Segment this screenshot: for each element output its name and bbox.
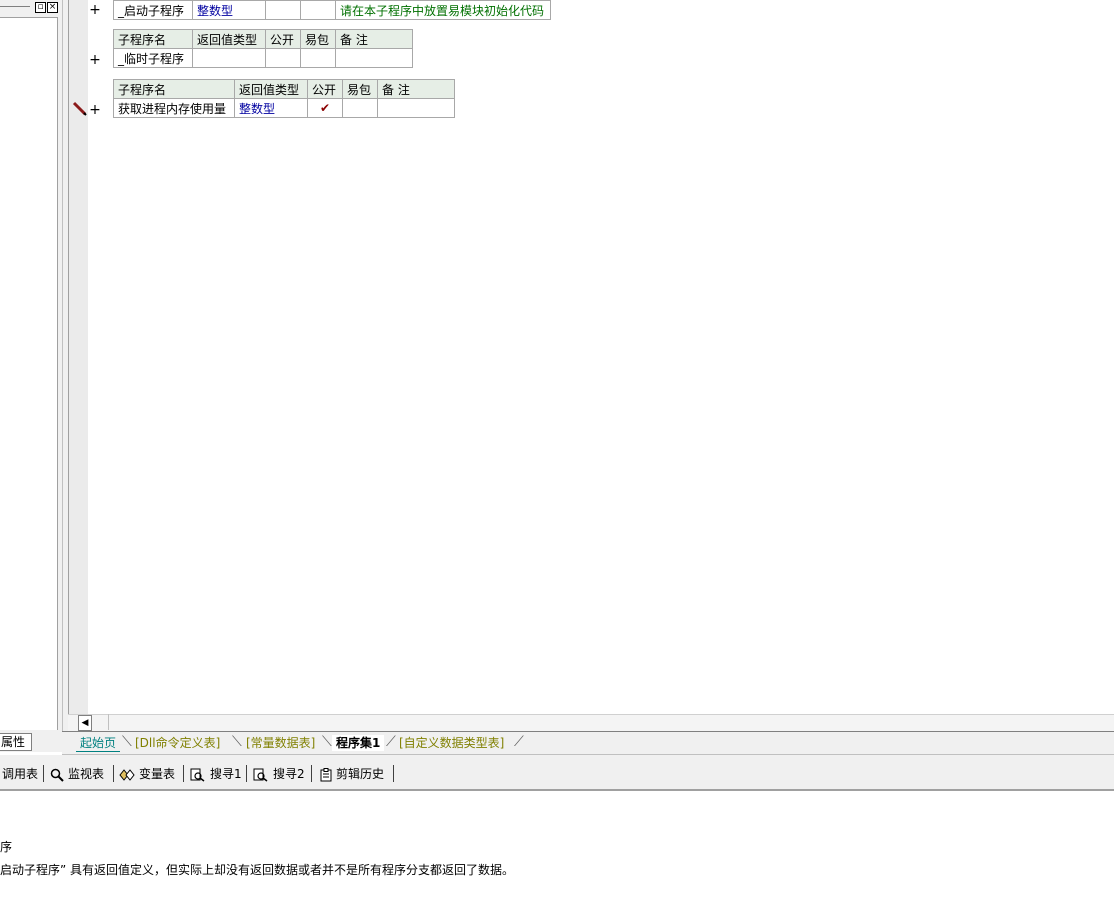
magnifier-icon: [50, 768, 64, 782]
table-header: 子程序名 返回值类型 公开 易包 备 注: [113, 29, 413, 49]
tab-custom-types[interactable]: [自定义数据类型表]: [395, 735, 508, 751]
tab-program-set-1[interactable]: 程序集1: [332, 735, 385, 751]
left-panel-list[interactable]: [0, 17, 58, 730]
return-type[interactable]: 整数型: [234, 98, 308, 118]
restore-icon[interactable]: ▫: [35, 2, 46, 13]
public-cell[interactable]: [265, 0, 301, 20]
search-doc-icon: [190, 768, 205, 782]
toolbar-search-2[interactable]: 搜寻2: [253, 764, 305, 784]
tab-properties[interactable]: 属性: [0, 733, 32, 751]
subroutine-table: 子程序名 返回值类型 公开 易包 备 注 _临时子程序: [113, 29, 413, 68]
toolbar-label: 监视表: [68, 767, 105, 781]
expand-icon[interactable]: +: [89, 3, 101, 17]
public-cell[interactable]: [265, 48, 301, 68]
header-return-type: 返回值类型: [234, 79, 308, 99]
horizontal-scrollbar[interactable]: [68, 714, 1114, 732]
note-cell[interactable]: [335, 48, 413, 68]
output-panel[interactable]: [0, 791, 1114, 914]
expand-icon[interactable]: +: [89, 53, 101, 67]
toolbar-separator: [43, 765, 44, 782]
toolbar-search-1[interactable]: 搜寻1: [190, 764, 242, 784]
tab-start-page[interactable]: 起始页: [76, 735, 121, 752]
toolbar-separator: [113, 765, 114, 782]
subroutine-name[interactable]: _启动子程序: [113, 0, 193, 20]
subroutine-table: 子程序名 返回值类型 公开 易包 备 注 获取进程内存使用量 整数型 ✔: [113, 79, 455, 118]
header-public: 公开: [265, 29, 301, 49]
return-type[interactable]: 整数型: [192, 0, 266, 20]
toolbar-separator: [311, 765, 312, 782]
public-checkmark[interactable]: ✔: [307, 98, 343, 118]
subroutine-table: _启动子程序 整数型 请在本子程序中放置易模块初始化代码: [113, 0, 551, 20]
toolbar-label: 调用表: [2, 767, 39, 781]
header-easy-pack: 易包: [300, 29, 336, 49]
scroll-divider: [108, 714, 109, 730]
toolbar-separator: [393, 765, 394, 782]
note-cell[interactable]: 请在本子程序中放置易模块初始化代码: [335, 0, 551, 20]
note-cell[interactable]: [377, 98, 455, 118]
toolbar-call-table[interactable]: 调用表: [2, 764, 38, 784]
tab-separator: ⟍: [322, 734, 332, 750]
subroutine-name[interactable]: 获取进程内存使用量: [113, 98, 235, 118]
scroll-left-icon[interactable]: ◀: [78, 715, 92, 731]
easy-pack-cell[interactable]: [300, 0, 336, 20]
output-line: 序: [0, 840, 13, 854]
table-header: 子程序名 返回值类型 公开 易包 备 注: [113, 79, 455, 99]
tab-dll-commands[interactable]: [Dll命令定义表]: [131, 735, 224, 751]
toolbar-watch-table[interactable]: 监视表: [50, 764, 104, 784]
toolbar-label: 变量表: [139, 767, 176, 781]
variable-icon: [119, 768, 135, 781]
table-row[interactable]: 获取进程内存使用量 整数型 ✔: [113, 98, 455, 118]
panel-title-line: [0, 6, 30, 7]
easy-pack-cell[interactable]: [342, 98, 378, 118]
toolbar-variable-table[interactable]: 变量表: [119, 764, 175, 784]
toolbar-label: 搜寻1: [210, 767, 242, 781]
table-row[interactable]: _临时子程序: [113, 48, 413, 68]
toolbar-label: 搜寻2: [273, 767, 305, 781]
subroutine-name[interactable]: _临时子程序: [113, 48, 193, 68]
header-easy-pack: 易包: [342, 79, 378, 99]
easy-pack-cell[interactable]: [300, 48, 336, 68]
toolbar-clip-history[interactable]: 剪辑历史: [320, 764, 384, 784]
header-public: 公开: [307, 79, 343, 99]
tab-separator: ⟍: [232, 734, 242, 750]
close-icon[interactable]: ×: [47, 2, 58, 13]
header-return-type: 返回值类型: [192, 29, 266, 49]
header-note: 备 注: [335, 29, 413, 49]
tab-constants[interactable]: [常量数据表]: [242, 735, 319, 751]
output-line: 启动子程序” 具有返回值定义，但实际上却没有返回数据或者并不是所有程序分支都返回…: [0, 863, 515, 877]
header-name: 子程序名: [113, 79, 235, 99]
toolbar-separator: [183, 765, 184, 782]
pencil-icon: [72, 101, 87, 116]
tab-separator: ⟋: [514, 734, 524, 750]
header-note: 备 注: [377, 79, 455, 99]
header-name: 子程序名: [113, 29, 193, 49]
toolbar-label: 剪辑历史: [336, 767, 385, 781]
toolbar-separator: [246, 765, 247, 782]
table-row[interactable]: _启动子程序 整数型 请在本子程序中放置易模块初始化代码: [113, 0, 551, 20]
expand-icon[interactable]: +: [89, 103, 101, 117]
clipboard-icon: [320, 767, 332, 781]
return-type[interactable]: [192, 48, 266, 68]
search-doc-icon: [253, 768, 268, 782]
